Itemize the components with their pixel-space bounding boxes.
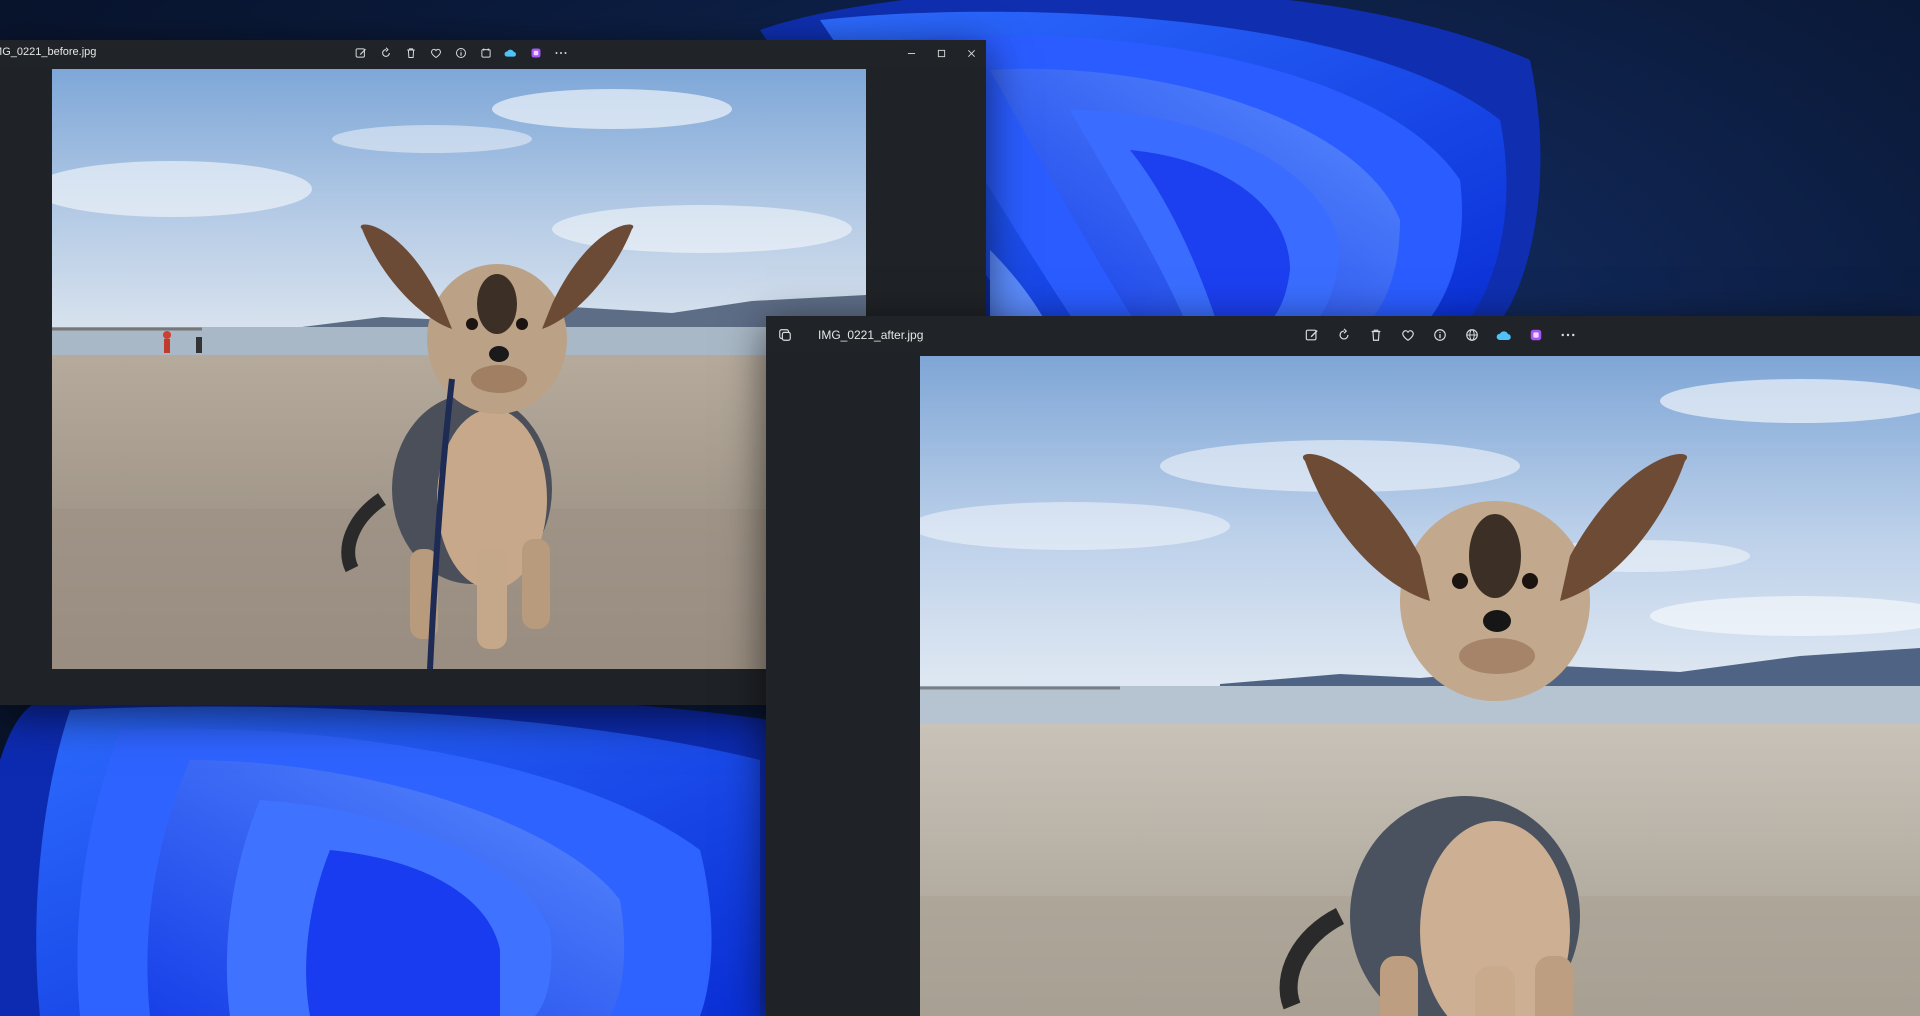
edit-image-icon [1305,329,1318,341]
clipchamp-button[interactable] [523,43,548,63]
clipchamp-icon [531,48,540,58]
title-bar[interactable]: IMG_0221_before.jpg [0,40,986,66]
photos-app-icon [772,322,798,348]
dog-photo-after-image [920,356,1920,1016]
title-bar[interactable]: IMG_0221_after.jpg [766,316,1920,353]
visual-search-button[interactable] [1456,322,1488,348]
rotate-icon [381,47,390,57]
maximize-button[interactable] [926,43,956,63]
rotate-button[interactable] [373,43,398,63]
favorite-icon [1402,330,1414,341]
minimize-button[interactable] [896,43,926,63]
info-icon [455,48,466,58]
onedrive-button[interactable] [1488,322,1520,348]
see-more-icon [555,52,566,54]
rotate-button[interactable] [1328,322,1360,348]
maximize-icon [937,49,945,57]
edit-image-button[interactable] [1296,322,1328,348]
onedrive-icon [1496,330,1511,340]
photos-window-after: IMG_0221_after.jpg [766,316,1920,1016]
see-more-button[interactable] [1552,322,1584,348]
rotate-icon [1339,328,1349,340]
visual-search-icon [1466,329,1478,341]
minimize-icon [907,52,915,54]
favorite-icon [430,48,441,59]
see-more-icon [1561,333,1575,337]
favorite-button[interactable] [423,43,448,63]
close-icon [967,49,975,57]
photo-before[interactable] [52,69,866,669]
clipchamp-button[interactable] [1520,322,1552,348]
close-button[interactable] [956,43,986,63]
photo-toolbar [348,43,573,63]
info-button[interactable] [1424,322,1456,348]
more-actions-icon [480,48,491,58]
info-icon [1434,329,1446,341]
edit-image-icon [355,48,366,58]
see-more-button[interactable] [548,43,573,63]
delete-icon [1371,329,1381,341]
delete-icon [406,48,415,58]
window-title: IMG_0221_before.jpg [0,46,97,58]
delete-button[interactable] [398,43,423,63]
dog-photo-before-image [52,69,866,669]
more-actions-button[interactable] [473,43,498,63]
photo-toolbar [1296,322,1584,348]
favorite-button[interactable] [1392,322,1424,348]
window-title: IMG_0221_after.jpg [818,328,924,342]
delete-button[interactable] [1360,322,1392,348]
caption-buttons [896,43,986,63]
onedrive-icon [504,49,516,57]
photo-after[interactable] [920,356,1920,1016]
clipchamp-icon [1530,329,1542,341]
onedrive-button[interactable] [498,43,523,63]
edit-image-button[interactable] [348,43,373,63]
info-button[interactable] [448,43,473,63]
